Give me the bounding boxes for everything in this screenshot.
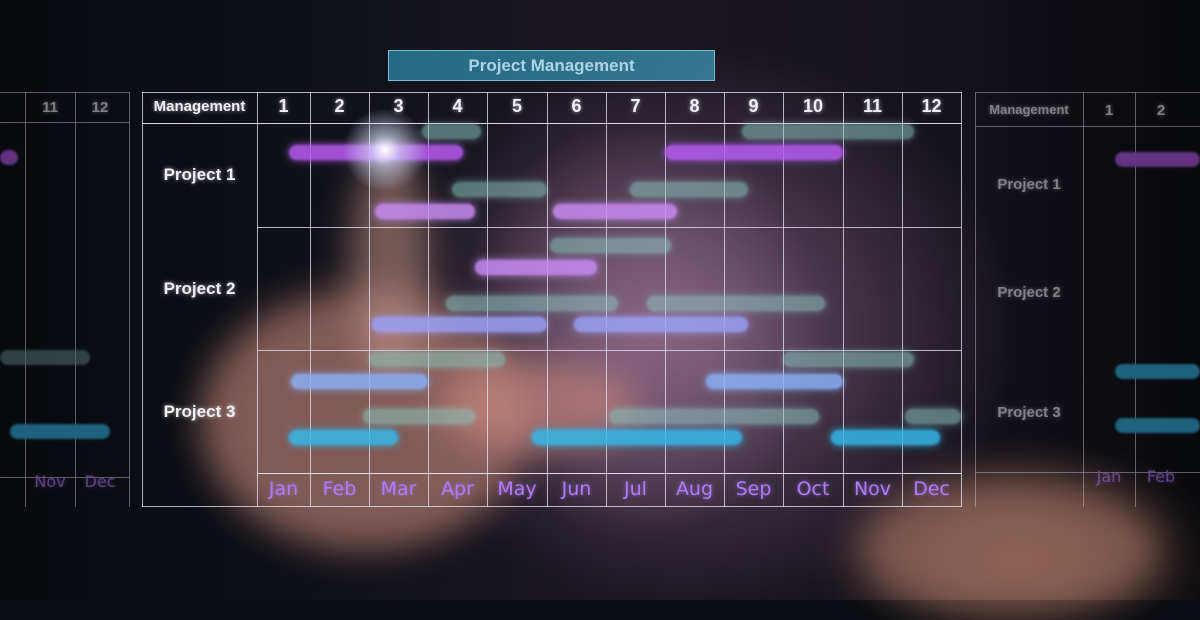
- gantt-bar: [369, 352, 505, 367]
- gantt-bar: [608, 409, 819, 424]
- gantt-bar: [374, 204, 476, 219]
- column-number: 4: [452, 96, 463, 116]
- right-number: 2: [1156, 102, 1166, 119]
- row-label: Project 3: [163, 401, 236, 421]
- gantt-bar: [706, 374, 843, 389]
- gantt-bar: [552, 204, 677, 219]
- grid-line-vertical: [961, 92, 962, 507]
- month-label: Mar: [380, 478, 417, 500]
- corner-label: Management: [153, 98, 246, 115]
- gantt-bar: [363, 409, 476, 424]
- right-row-label: Project 1: [997, 176, 1061, 193]
- row-label: Project 1: [163, 165, 236, 184]
- left-month: Nov: [34, 472, 66, 491]
- right-corner-label: Management: [989, 102, 1069, 117]
- column-number: 1: [278, 96, 289, 116]
- grid-line-horizontal: [257, 227, 961, 228]
- left-number: 11: [42, 99, 58, 116]
- gantt-bar: [291, 374, 428, 389]
- chart-title-banner: Project Management: [388, 50, 715, 81]
- month-label: Aug: [675, 478, 714, 500]
- gantt-bar: [451, 182, 547, 197]
- month-label: Feb: [322, 478, 357, 500]
- month-label: Sep: [735, 478, 772, 500]
- column-number: 2: [334, 96, 345, 116]
- gantt-bar: [475, 260, 598, 275]
- gantt-bar: [629, 182, 748, 197]
- month-label: Jul: [624, 478, 647, 500]
- right-month: Jan: [1096, 467, 1122, 486]
- gantt-bar: [665, 145, 843, 160]
- month-label: Dec: [913, 478, 950, 500]
- right-row-label: Project 3: [997, 404, 1061, 421]
- month-label: May: [497, 478, 537, 500]
- month-label: Oct: [796, 478, 830, 500]
- month-label: Nov: [853, 478, 892, 500]
- right-month: Feb: [1146, 467, 1176, 486]
- gantt-bar: [549, 238, 671, 253]
- left-number: 12: [91, 99, 109, 116]
- right-number: 1: [1104, 102, 1114, 119]
- month-label: Jan: [268, 478, 299, 500]
- gantt-bar: [532, 430, 742, 445]
- gantt-bar: [573, 317, 748, 332]
- column-number: 9: [748, 96, 759, 116]
- touch-glow: [340, 110, 430, 190]
- gantt-bar: [445, 296, 618, 311]
- column-number: 8: [689, 96, 700, 116]
- chart-title: Project Management: [468, 56, 635, 75]
- month-label: Jun: [561, 478, 592, 500]
- gantt-bar: [647, 296, 825, 311]
- gantt-bar: [371, 317, 547, 332]
- left-side-panel: 11 12 Nov Dec: [0, 92, 130, 507]
- row-label: Project 2: [163, 278, 236, 298]
- gantt-bar: [783, 352, 914, 367]
- grid-line-horizontal: [257, 350, 961, 351]
- left-month: Dec: [84, 472, 116, 491]
- right-row-label: Project 2: [997, 284, 1061, 301]
- grid-line-horizontal: [142, 506, 961, 507]
- gantt-bar: [904, 409, 961, 424]
- gantt-bar: [831, 430, 941, 445]
- column-number: 6: [571, 96, 582, 116]
- month-label: Apr: [441, 478, 474, 500]
- column-number: 5: [511, 96, 522, 116]
- right-side-panel: Management 1 2 Project 1 Project 2 Proje…: [975, 92, 1200, 507]
- gantt-bar: [288, 430, 399, 445]
- grid-line-horizontal: [142, 92, 961, 93]
- grid-line-vertical: [257, 92, 258, 507]
- gantt-bar: [741, 124, 914, 139]
- column-number: 10: [802, 96, 824, 116]
- grid-line-vertical: [142, 92, 143, 507]
- column-number: 7: [630, 96, 641, 116]
- column-number: 11: [862, 96, 883, 116]
- gantt-bar: [422, 124, 482, 139]
- column-number: 12: [921, 96, 942, 116]
- grid-line-horizontal: [257, 473, 961, 474]
- gantt-chart: Management 1 2 3 4 5 6 7 8 9 10 11 12 Jan Feb Mar Apr May…: [142, 92, 962, 507]
